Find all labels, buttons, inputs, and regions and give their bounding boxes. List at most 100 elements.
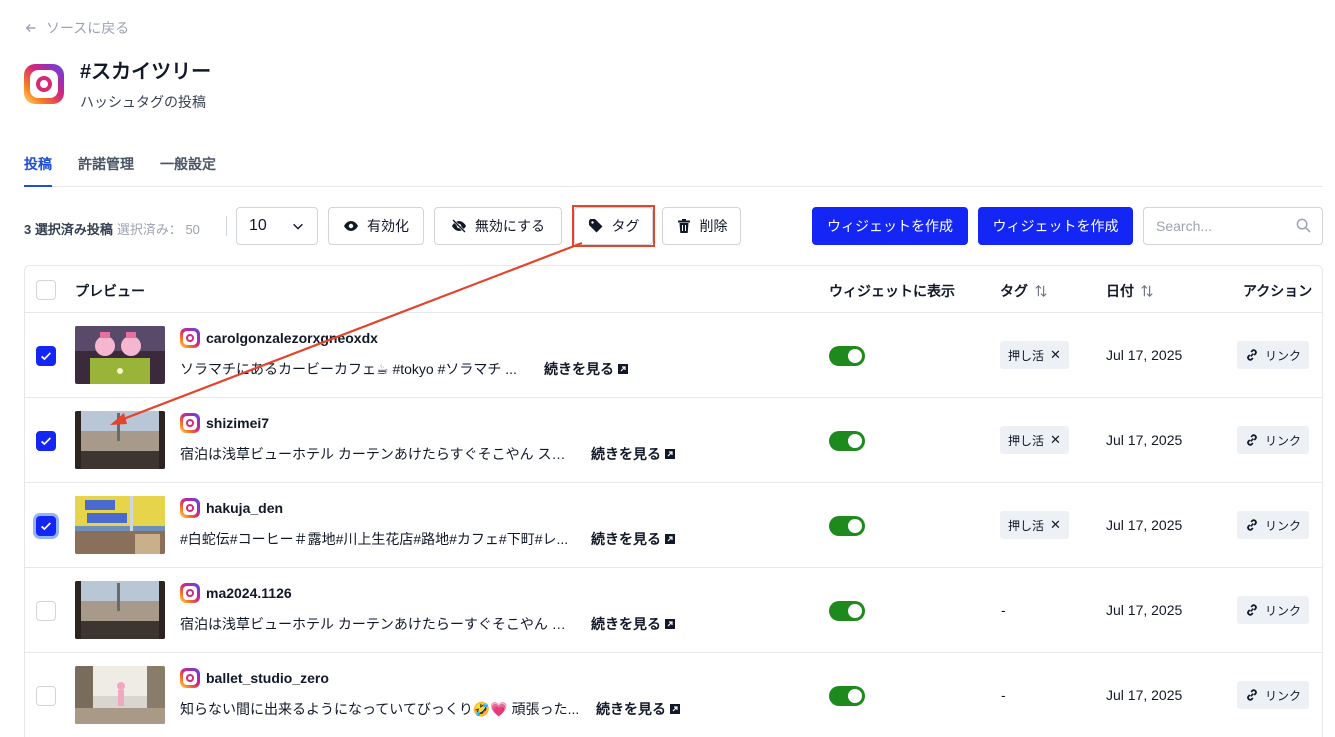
search-icon[interactable] <box>1296 218 1311 233</box>
create-widget-label-2: ウィジェットを作成 <box>992 218 1119 234</box>
tag-icon <box>588 219 602 233</box>
tag-chip: 押し活 ✕ <box>1000 341 1069 369</box>
post-image <box>75 666 165 724</box>
caption-text: 宿泊は浅草ビューホテル カーテンあけたらすぐそこやん スカ... <box>180 446 577 462</box>
show-in-widget-toggle[interactable] <box>829 601 865 621</box>
link-button[interactable]: リンク <box>1237 511 1310 539</box>
page-subtitle: ハッシュタグの投稿 <box>80 94 206 110</box>
table-row: carolgonzalezorxgneoxdx ソラマチにあるカービーカフェ☕ … <box>25 313 1322 398</box>
read-more-link[interactable]: 続きを見る <box>591 614 675 634</box>
table-row: shizimei7 宿泊は浅草ビューホテル カーテンあけたらすぐそこやん スカ.… <box>25 398 1322 483</box>
create-widget-button-2[interactable]: ウィジェットを作成 <box>978 207 1133 245</box>
column-preview: プレビュー <box>75 283 145 299</box>
instagram-icon <box>24 64 64 104</box>
check-icon <box>41 352 52 361</box>
post-caption: 知らない間に出来るようになっていてびっくり🤣💗 頑張った... 続きを見る <box>180 699 680 719</box>
post-thumbnail[interactable] <box>75 326 165 384</box>
table-header: プレビュー ウィジェットに表示 タグ 日付 アクション <box>25 266 1322 313</box>
username: shizimei7 <box>206 415 270 431</box>
link-button[interactable]: リンク <box>1237 596 1310 624</box>
post-image <box>75 581 165 639</box>
post-thumbnail[interactable] <box>75 581 165 639</box>
read-more-link[interactable]: 続きを見る <box>596 699 680 719</box>
page-title: #スカイツリー <box>80 61 212 83</box>
select-all-checkbox[interactable] <box>36 280 56 300</box>
link-icon <box>1247 519 1257 531</box>
post-thumbnail[interactable] <box>75 411 165 469</box>
instagram-icon <box>180 328 200 348</box>
link-icon <box>1247 689 1257 701</box>
read-more-label: 続きを見る <box>544 361 614 377</box>
column-tags-label: タグ <box>1000 283 1028 299</box>
post-thumbnail[interactable] <box>75 666 165 724</box>
row-checkbox[interactable] <box>36 601 56 621</box>
delete-label: 削除 <box>699 218 728 234</box>
read-more-link[interactable]: 続きを見る <box>591 529 675 549</box>
instagram-icon <box>180 413 200 433</box>
show-in-widget-toggle[interactable] <box>829 431 865 451</box>
post-caption: ソラマチにあるカービーカフェ☕ #tokyo #ソラマチ ... 続きを見る <box>180 359 628 379</box>
link-icon <box>1247 604 1257 616</box>
post-author: shizimei7 <box>180 413 269 433</box>
show-in-widget-toggle[interactable] <box>829 346 865 366</box>
delete-button[interactable]: 削除 <box>662 207 741 245</box>
toolbar: 3 選択済み投稿 選択済み： 50 10 有効化 無効にする タグ 削除 ウィジェ… <box>24 205 1323 247</box>
post-thumbnail[interactable] <box>75 496 165 554</box>
column-date[interactable]: 日付 <box>1106 281 1154 301</box>
chevron-down-icon <box>293 223 303 230</box>
post-author: carolgonzalezorxgneoxdx <box>180 328 378 348</box>
tab-posts[interactable]: 投稿 <box>24 150 52 187</box>
tab-general-settings[interactable]: 一般設定 <box>160 150 216 187</box>
selected-count: 3 選択済み投稿 <box>24 222 113 237</box>
create-widget-button-1[interactable]: ウィジェットを作成 <box>812 207 968 245</box>
post-date: Jul 17, 2025 <box>1106 432 1183 448</box>
read-more-link[interactable]: 続きを見る <box>591 444 675 464</box>
no-tag-placeholder: - <box>1001 687 1006 703</box>
read-more-link[interactable]: 続きを見る <box>544 359 628 379</box>
column-show-in-widget: ウィジェットに表示 <box>829 283 955 299</box>
tag-button[interactable]: タグ <box>574 207 653 245</box>
post-author: hakuja_den <box>180 498 283 518</box>
link-label: リンク <box>1265 348 1302 363</box>
row-checkbox[interactable] <box>36 346 56 366</box>
disable-label: 無効にする <box>474 218 546 234</box>
post-date: Jul 17, 2025 <box>1106 347 1183 363</box>
link-label: リンク <box>1265 603 1302 618</box>
post-image <box>75 326 165 384</box>
caption-text: #白蛇伝#コーヒー＃露地#川上生花店#路地#カフェ#下町#レ... <box>180 531 569 547</box>
post-caption: #白蛇伝#コーヒー＃露地#川上生花店#路地#カフェ#下町#レ... 続きを見る <box>180 529 675 549</box>
remove-tag-button[interactable]: ✕ <box>1050 347 1061 363</box>
sort-icon <box>1141 284 1153 298</box>
link-button[interactable]: リンク <box>1237 681 1310 709</box>
external-link-icon <box>665 619 675 629</box>
column-tags[interactable]: タグ <box>1000 281 1048 301</box>
link-button[interactable]: リンク <box>1237 426 1310 454</box>
remove-tag-button[interactable]: ✕ <box>1050 432 1061 448</box>
tag-chip-label: 押し活 <box>1008 433 1045 448</box>
trash-icon <box>677 219 690 233</box>
page-size-select[interactable]: 10 <box>236 207 318 245</box>
row-checkbox[interactable] <box>36 431 56 451</box>
read-more-label: 続きを見る <box>591 616 661 632</box>
caption-text: ソラマチにあるカービーカフェ☕ #tokyo #ソラマチ ... <box>180 361 517 377</box>
username: carolgonzalezorxgneoxdx <box>206 330 378 346</box>
enable-label: 有効化 <box>367 218 409 234</box>
toolbar-divider <box>226 216 227 236</box>
disable-button[interactable]: 無効にする <box>434 207 562 245</box>
row-checkbox[interactable] <box>36 516 56 536</box>
tab-permissions[interactable]: 許諾管理 <box>78 150 134 187</box>
remove-tag-button[interactable]: ✕ <box>1050 517 1061 533</box>
external-link-icon <box>665 534 675 544</box>
back-to-source-link[interactable]: ソースに戻る <box>24 18 129 38</box>
read-more-label: 続きを見る <box>591 446 661 462</box>
username: ma2024.1126 <box>206 585 292 601</box>
username: ballet_studio_zero <box>206 670 329 686</box>
row-checkbox[interactable] <box>36 686 56 706</box>
link-button[interactable]: リンク <box>1237 341 1310 369</box>
enable-button[interactable]: 有効化 <box>328 207 424 245</box>
page-header: #スカイツリー ハッシュタグの投稿 <box>24 61 212 112</box>
show-in-widget-toggle[interactable] <box>829 516 865 536</box>
tag-chip: 押し活 ✕ <box>1000 511 1069 539</box>
show-in-widget-toggle[interactable] <box>829 686 865 706</box>
table-row: hakuja_den #白蛇伝#コーヒー＃露地#川上生花店#路地#カフェ#下町#… <box>25 483 1322 568</box>
